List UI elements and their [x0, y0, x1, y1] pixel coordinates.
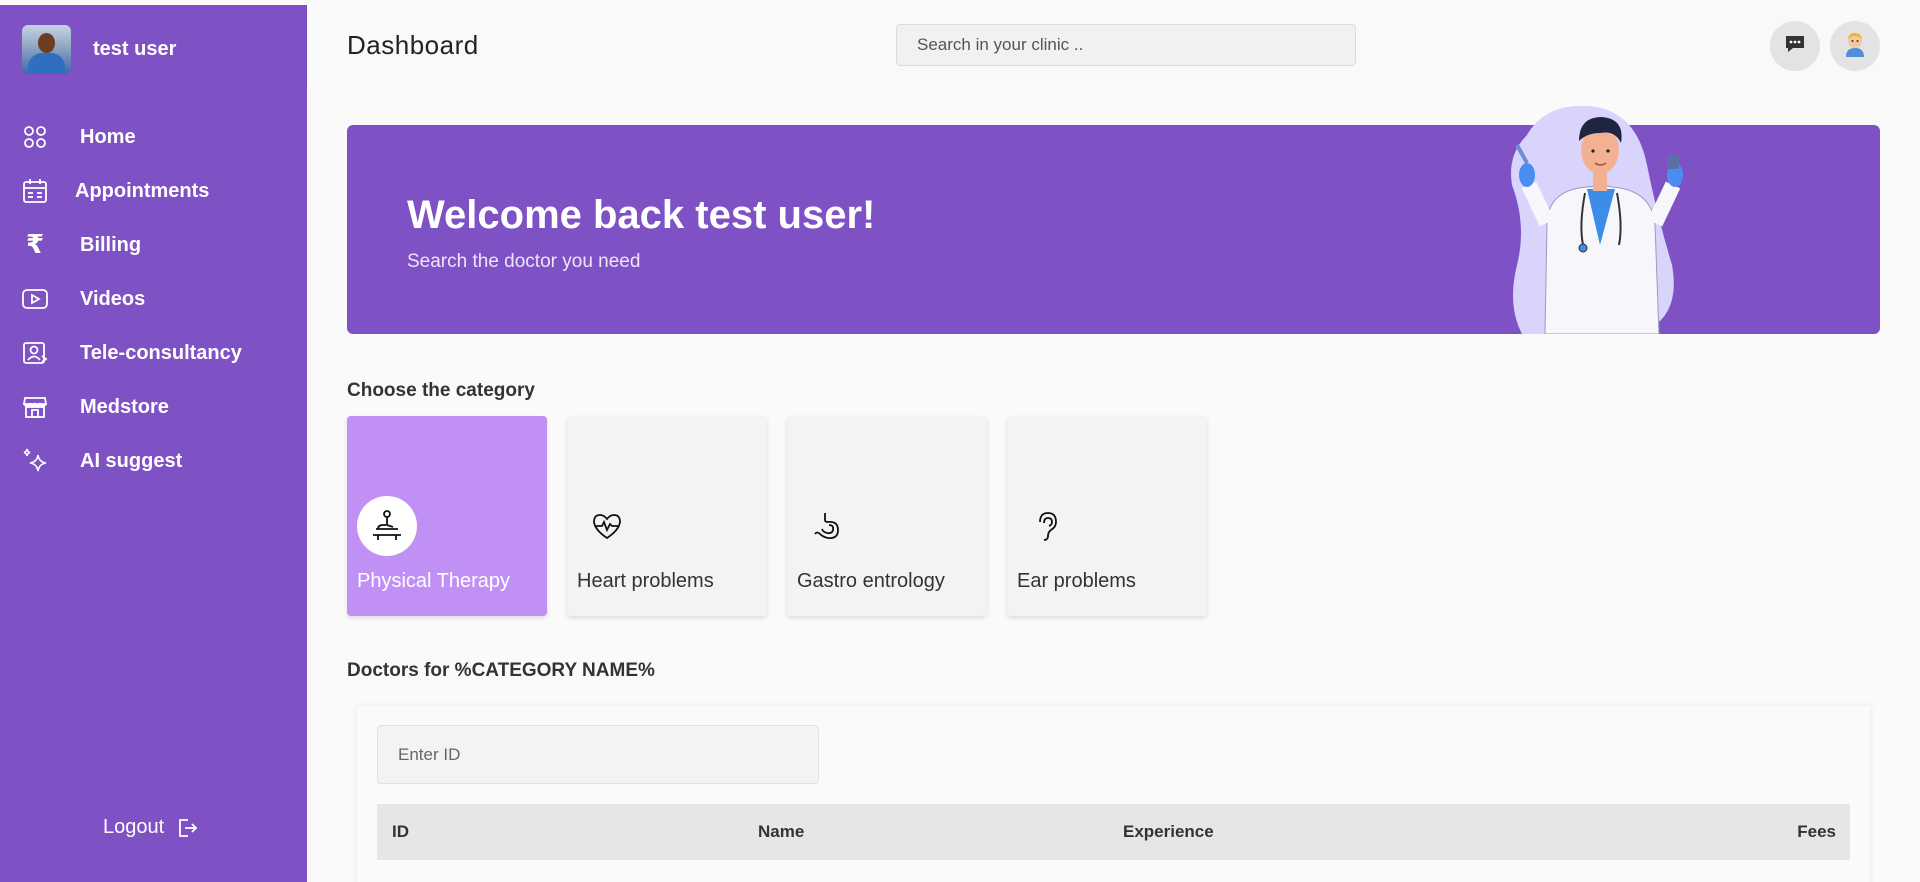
sidebar-item-label: Videos: [80, 287, 146, 310]
category-label: Ear problems: [1017, 570, 1136, 592]
stomach-icon: [797, 496, 857, 556]
logout-icon: [176, 817, 198, 839]
sidebar-item-tele-consultancy[interactable]: Tele-consultancy: [0, 326, 307, 380]
tele-consult-icon: [20, 338, 50, 368]
table-header: ID Name Experience Fees: [377, 804, 1850, 860]
sidebar-item-medstore[interactable]: Medstore: [0, 380, 307, 434]
category-card-gastro-entrology[interactable]: Gastro entrology: [787, 416, 987, 616]
user-name: test user: [93, 38, 177, 60]
welcome-banner: Welcome back test user! Search the docto…: [347, 105, 1880, 334]
category-card-physical-therapy[interactable]: Physical Therapy: [347, 416, 547, 616]
category-card-heart-problems[interactable]: Heart problems: [567, 416, 767, 616]
logout-button[interactable]: Logout: [103, 816, 198, 839]
rupee-icon: ₹: [25, 230, 45, 260]
column-header-id[interactable]: ID: [392, 822, 409, 842]
physiotherapy-icon: [357, 496, 417, 556]
column-header-fees[interactable]: Fees: [1797, 822, 1836, 842]
doctor-illustration: [1511, 105, 1683, 334]
sparkle-icon: [20, 446, 50, 476]
doctor-id-input[interactable]: [377, 725, 819, 784]
video-play-icon: [20, 284, 50, 314]
sidebar-item-label: Billing: [80, 233, 142, 256]
category-list: Physical Therapy Heart problems Gastro e…: [347, 416, 1207, 616]
category-card-ear-problems[interactable]: Ear problems: [1007, 416, 1207, 616]
heart-pulse-icon: [577, 496, 637, 556]
messages-button[interactable]: [1770, 21, 1820, 71]
search-input[interactable]: [896, 24, 1356, 66]
user-profile[interactable]: test user: [22, 25, 176, 74]
sidebar-nav: Home Appointments ₹ Billing Videos Tele-…: [0, 110, 307, 488]
top-bar: Dashboard: [307, 0, 1920, 86]
doctors-table: ID Name Experience Fees: [357, 706, 1870, 882]
main-content: Welcome back test user! Search the docto…: [307, 86, 1920, 882]
sidebar-item-billing[interactable]: ₹ Billing: [0, 218, 307, 272]
sidebar: test user Home Appointments ₹ Billing Vi…: [0, 5, 307, 882]
welcome-subtitle: Search the doctor you need: [407, 251, 641, 272]
calendar-icon: [20, 176, 50, 206]
profile-button[interactable]: [1830, 21, 1880, 71]
sidebar-item-label: Tele-consultancy: [80, 341, 242, 364]
sidebar-item-ai-suggest[interactable]: AI suggest: [0, 434, 307, 488]
category-label: Physical Therapy: [357, 570, 511, 592]
ear-icon: [1017, 496, 1077, 556]
sidebar-item-label: Appointments: [75, 179, 210, 202]
chat-icon: [1784, 34, 1806, 59]
sidebar-item-label: Home: [80, 125, 136, 148]
page-title: Dashboard: [347, 30, 479, 60]
column-header-experience[interactable]: Experience: [1123, 822, 1214, 842]
sidebar-item-home[interactable]: Home: [0, 110, 307, 164]
sidebar-item-appointments[interactable]: Appointments: [0, 164, 307, 218]
sidebar-item-label: AI suggest: [80, 449, 183, 472]
doctors-heading: Doctors for %CATEGORY NAME%: [347, 660, 655, 681]
logout-label: Logout: [103, 816, 165, 838]
avatar: [22, 25, 71, 74]
store-icon: [20, 392, 50, 422]
welcome-title: Welcome back test user!: [407, 193, 876, 237]
sidebar-item-label: Medstore: [80, 395, 169, 418]
category-label: Heart problems: [577, 570, 714, 592]
sidebar-item-videos[interactable]: Videos: [0, 272, 307, 326]
grid-circles-icon: [20, 122, 50, 152]
column-header-name[interactable]: Name: [758, 822, 804, 842]
category-heading: Choose the category: [347, 380, 535, 401]
category-label: Gastro entrology: [797, 570, 945, 592]
user-avatar-icon: [1842, 30, 1868, 63]
